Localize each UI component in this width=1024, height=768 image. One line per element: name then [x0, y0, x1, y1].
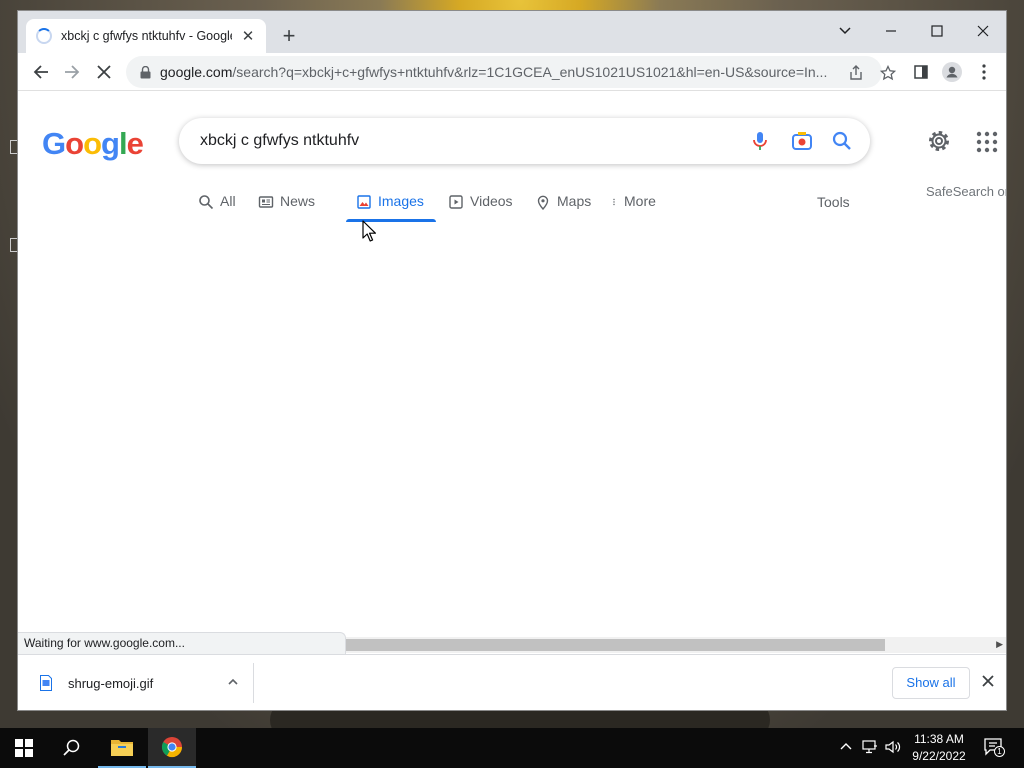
url-domain: google.com [160, 64, 233, 80]
back-button[interactable] [28, 59, 54, 85]
apps-grid-icon[interactable] [976, 131, 998, 153]
search-icon[interactable] [830, 129, 854, 153]
mouse-cursor-icon [362, 220, 376, 242]
chrome-icon [161, 737, 183, 758]
tab-strip: xbckj c gfwfys ntktuhfv - Google ✕ + [18, 11, 1006, 53]
close-icon [97, 65, 111, 79]
arrow-right-icon [65, 65, 80, 79]
notification-count-badge: 1 [994, 746, 1005, 757]
tab-label: Maps [557, 193, 592, 209]
close-window-button[interactable] [960, 17, 1006, 45]
more-vert-icon [613, 198, 615, 206]
image-icon [357, 195, 371, 209]
logo-letter: o [83, 126, 102, 161]
search-results-page: Google xbckj c gfwfys ntktuhfv SafeSearc… [18, 91, 1006, 645]
clock-date: 9/22/2022 [912, 749, 966, 763]
download-item[interactable]: shrug-emoji.gif [28, 663, 254, 703]
logo-letter: l [118, 126, 128, 161]
bookmark-star-icon[interactable] [877, 62, 899, 84]
close-icon [982, 675, 994, 687]
maximize-button[interactable] [914, 17, 960, 45]
video-icon [449, 195, 463, 209]
taskbar: 11:38 AM 9/22/2022 1 [0, 728, 1024, 768]
tab-label: All [220, 193, 236, 209]
chevron-up-icon[interactable] [227, 676, 239, 691]
tab-more[interactable]: More [612, 191, 656, 231]
notification-center-button[interactable]: 1 [982, 738, 1006, 757]
gear-icon[interactable] [926, 128, 952, 154]
profile-button[interactable] [939, 59, 965, 85]
close-tab-icon[interactable]: ✕ [240, 27, 256, 45]
download-file-name: shrug-emoji.gif [68, 675, 154, 691]
tab-videos[interactable]: Videos [448, 191, 513, 231]
maximize-icon [931, 25, 943, 37]
browser-menu-button[interactable] [971, 59, 997, 85]
browser-tab[interactable]: xbckj c gfwfys ntktuhfv - Google ✕ [26, 19, 266, 53]
close-icon [977, 25, 989, 37]
more-vert-icon [982, 64, 986, 80]
logo-letter: o [65, 126, 84, 161]
search-input[interactable]: xbckj c gfwfys ntktuhfv [200, 132, 359, 150]
logo-letter: e [126, 126, 144, 161]
google-logo[interactable]: Google [42, 126, 144, 162]
taskbar-file-explorer[interactable] [98, 728, 146, 768]
camera-lens-icon[interactable] [790, 129, 814, 153]
taskbar-chrome[interactable] [148, 728, 196, 768]
search-icon [63, 739, 80, 756]
clock-time: 11:38 AM [914, 732, 964, 746]
taskbar-search-button[interactable] [48, 728, 96, 768]
tab-all[interactable]: All [198, 191, 236, 231]
microphone-icon[interactable] [748, 129, 772, 153]
tab-news[interactable]: News [258, 191, 315, 231]
tab-label: Images [378, 193, 424, 209]
tab-label: More [624, 193, 656, 209]
download-shelf: shrug-emoji.gif Show all [18, 654, 1006, 710]
side-panel-icon [914, 65, 928, 79]
tab-search-button[interactable] [822, 17, 868, 45]
horizontal-scrollbar[interactable]: ▶ [346, 637, 1006, 653]
search-box[interactable]: xbckj c gfwfys ntktuhfv [179, 118, 870, 164]
network-icon[interactable] [861, 738, 879, 756]
tab-title: xbckj c gfwfys ntktuhfv - Google [61, 29, 232, 43]
minimize-icon [886, 30, 896, 32]
tools-button[interactable]: Tools [817, 194, 850, 210]
search-icon [199, 195, 214, 210]
browser-window: xbckj c gfwfys ntktuhfv - Google ✕ + goo… [17, 10, 1007, 711]
url-path: /search?q=xbckj+c+gfwfys+ntktuhfv&rlz=1C… [232, 64, 828, 80]
avatar-icon [942, 62, 962, 82]
address-bar[interactable]: google.com/search?q=xbckj+c+gfwfys+ntktu… [126, 56, 897, 88]
tab-label: News [280, 193, 316, 209]
logo-letter: g [101, 126, 120, 161]
scroll-right-arrow-icon[interactable]: ▶ [996, 639, 1003, 650]
scrollbar-thumb[interactable] [346, 639, 885, 651]
taskbar-clock[interactable]: 11:38 AM 9/22/2022 [912, 731, 966, 765]
close-download-shelf-button[interactable] [978, 672, 998, 692]
chevron-down-icon [839, 27, 851, 35]
volume-icon[interactable] [884, 738, 902, 756]
tab-maps[interactable]: Maps [535, 191, 591, 231]
url-text[interactable]: google.com/search?q=xbckj+c+gfwfys+ntktu… [160, 64, 832, 80]
share-icon[interactable] [845, 62, 867, 84]
loading-spinner-icon [36, 28, 52, 44]
logo-letter: G [42, 126, 66, 161]
side-panel-button[interactable] [908, 59, 934, 85]
minimize-button[interactable] [868, 17, 914, 45]
status-bar: Waiting for www.google.com... [18, 632, 346, 654]
browser-toolbar: google.com/search?q=xbckj+c+gfwfys+ntktu… [18, 53, 1006, 91]
show-all-downloads-button[interactable]: Show all [892, 667, 970, 699]
map-pin-icon [537, 195, 549, 210]
safesearch-label[interactable]: SafeSearch or [926, 184, 1006, 199]
folder-icon [111, 740, 133, 756]
news-icon [258, 196, 274, 208]
lock-icon[interactable] [140, 65, 151, 79]
tab-label: Videos [470, 193, 513, 209]
forward-button[interactable] [59, 59, 85, 85]
chevron-up-icon[interactable] [837, 738, 855, 756]
start-button[interactable] [0, 728, 48, 768]
new-tab-button[interactable]: + [276, 24, 302, 50]
image-file-icon [40, 675, 52, 691]
arrow-left-icon [33, 65, 48, 79]
windows-logo-icon [15, 739, 33, 757]
stop-loading-button[interactable] [91, 59, 117, 85]
